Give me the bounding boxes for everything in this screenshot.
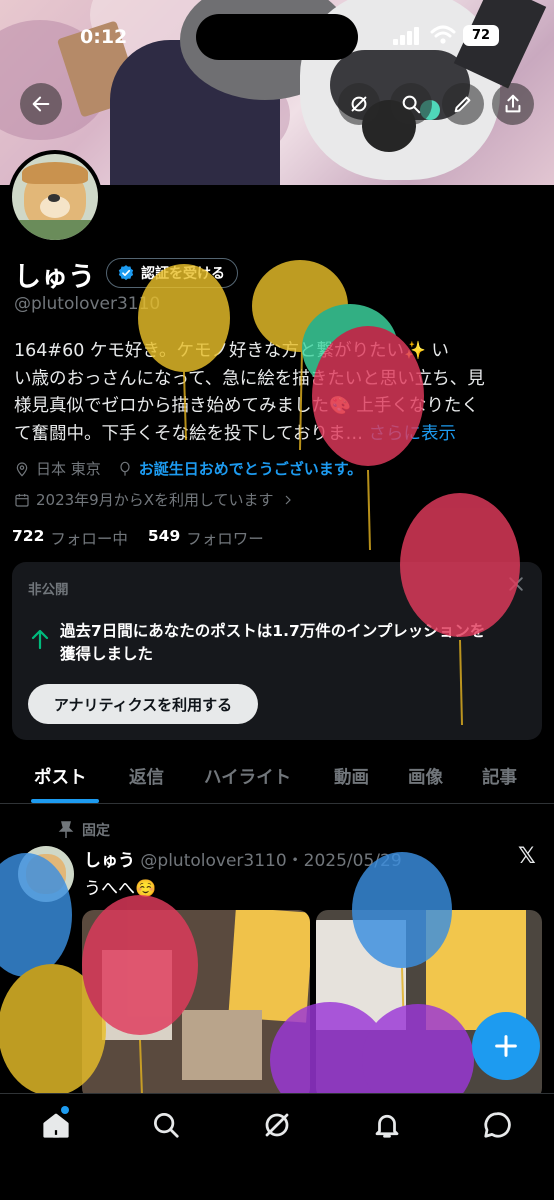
- status-time: 0:12: [80, 26, 128, 48]
- plus-icon: [495, 1035, 517, 1057]
- grok-icon: [351, 96, 367, 112]
- tab-replies[interactable]: 返信: [129, 764, 164, 789]
- post-avatar-face-illustration: [26, 854, 66, 894]
- messages-icon: [484, 1112, 511, 1138]
- nav-home[interactable]: [41, 1110, 71, 1140]
- signal-icon: [393, 27, 421, 49]
- search-button[interactable]: [390, 83, 432, 125]
- joined-row[interactable]: 2023年9月からXを利用しています: [14, 489, 296, 510]
- followers-count[interactable]: 549: [148, 527, 180, 549]
- post-author-avatar[interactable]: [18, 846, 74, 902]
- arrow-left-icon: [32, 96, 50, 112]
- battery-indicator: 72: [463, 25, 499, 46]
- nav-notifications[interactable]: [372, 1110, 402, 1140]
- active-tab-indicator: [31, 799, 99, 803]
- bio-line: 様見真似でゼロから描き始めてみました🎨 上手くなりたく: [14, 396, 479, 416]
- grok-icon: [265, 1113, 289, 1137]
- tab-images[interactable]: 画像: [408, 764, 443, 789]
- back-button[interactable]: [20, 83, 62, 125]
- tab-videos[interactable]: 動画: [334, 764, 369, 789]
- manga-cover-illustration: [102, 950, 172, 1040]
- pin-icon: [58, 821, 74, 838]
- impressions-message-line: 獲得しました: [60, 645, 154, 663]
- profile-avatar[interactable]: [8, 150, 102, 244]
- close-icon: [509, 577, 523, 591]
- x-logo-icon: 𝕏: [518, 844, 536, 869]
- birthday-text: お誕生日おめでとうございます。: [138, 460, 363, 478]
- verified-badge-icon: [118, 265, 134, 281]
- bio-line: 164#60 ケモ好き。ケモノ好きな方と繋がりたい✨ い: [14, 341, 449, 361]
- grok-button[interactable]: [338, 83, 380, 125]
- nav-grok[interactable]: [262, 1110, 292, 1140]
- arrow-up-icon: [30, 628, 50, 654]
- post-text: うへへ☺️: [84, 879, 157, 899]
- home-icon: [43, 1113, 69, 1138]
- pencil-icon: [454, 96, 471, 113]
- search-icon: [154, 1113, 179, 1138]
- analytics-button[interactable]: アナリティクスを利用する: [28, 684, 258, 724]
- search-icon: [402, 95, 421, 114]
- followers-label[interactable]: フォロワー: [186, 527, 264, 549]
- post-image-1[interactable]: [82, 910, 310, 1100]
- impressions-message: 過去7日間にあなたのポストは1.7万件のインプレッションを 獲得しました: [60, 620, 485, 666]
- profile-tabs: ポスト 返信 ハイライト 動画 画像 記事: [0, 752, 554, 804]
- follow-stats: 722 フォロー中 549 フォロワー: [12, 527, 264, 549]
- post-handle-date[interactable]: @plutolover3110・2025/05/29: [140, 851, 401, 871]
- calendar-icon: [15, 493, 29, 507]
- balloon-icon: [120, 461, 130, 476]
- following-count[interactable]: 722: [12, 527, 44, 549]
- compose-post-button[interactable]: [472, 1012, 540, 1080]
- bottom-navigation: [0, 1093, 554, 1200]
- notifications-icon: [375, 1114, 399, 1138]
- manga-cover-illustration: [316, 920, 406, 1030]
- pinned-row: 固定: [58, 820, 110, 840]
- profile-bio: 164#60 ケモ好き。ケモノ好きな方と繋がりたい✨ い い歳のおっさんになって…: [14, 338, 540, 448]
- profile-meta-row: 日本 東京 お誕生日おめでとうございます。: [14, 458, 362, 479]
- share-icon: [505, 94, 521, 113]
- tab-posts[interactable]: ポスト: [34, 764, 87, 789]
- close-card-button[interactable]: [506, 574, 526, 598]
- dynamic-island: [196, 14, 358, 60]
- user-handle: @plutolover3110: [14, 294, 161, 314]
- pinned-label: 固定: [82, 823, 110, 839]
- post-header: しゅう @plutolover3110・2025/05/29: [84, 846, 402, 871]
- display-name: しゅう: [14, 262, 95, 293]
- bio-line: て奮闘中。下手くそな絵を投下しておりま…: [14, 423, 363, 444]
- joined-text: 2023年9月からXを利用しています: [36, 491, 274, 509]
- avatar-shirt-illustration: [12, 220, 98, 240]
- impressions-message-line: 過去7日間にあなたのポストは1.7万件のインプレッションを: [60, 622, 486, 640]
- manga-cover-illustration: [182, 1010, 262, 1080]
- manga-cover-illustration: [228, 910, 310, 1023]
- post-author-name[interactable]: しゅう: [84, 851, 135, 871]
- nav-search[interactable]: [151, 1110, 181, 1140]
- avatar-hair-illustration: [22, 162, 88, 184]
- location-pin-icon: [16, 461, 28, 477]
- get-verified-label: 認証を受ける: [141, 266, 225, 282]
- chevron-right-icon: [285, 495, 291, 504]
- tab-articles[interactable]: 記事: [482, 764, 517, 789]
- private-analytics-card: 非公開 過去7日間にあなたのポストは1.7万件のインプレッションを 獲得しました…: [12, 562, 542, 740]
- following-label[interactable]: フォロー中: [50, 527, 128, 549]
- get-verified-button[interactable]: 認証を受ける: [106, 258, 238, 288]
- home-notification-dot: [61, 1106, 69, 1114]
- edit-button[interactable]: [442, 83, 484, 125]
- wifi-icon: [430, 25, 456, 49]
- show-more-link[interactable]: さらに表示: [369, 424, 457, 444]
- private-label: 非公開: [28, 582, 69, 598]
- share-button[interactable]: [492, 83, 534, 125]
- tab-highlights[interactable]: ハイライト: [204, 764, 291, 789]
- location-text: 日本 東京: [36, 460, 101, 478]
- nav-messages[interactable]: [482, 1110, 512, 1140]
- avatar-nose-illustration: [48, 194, 60, 202]
- bio-line: い歳のおっさんになって、急に絵を描きたいと思い立ち、見: [14, 368, 485, 389]
